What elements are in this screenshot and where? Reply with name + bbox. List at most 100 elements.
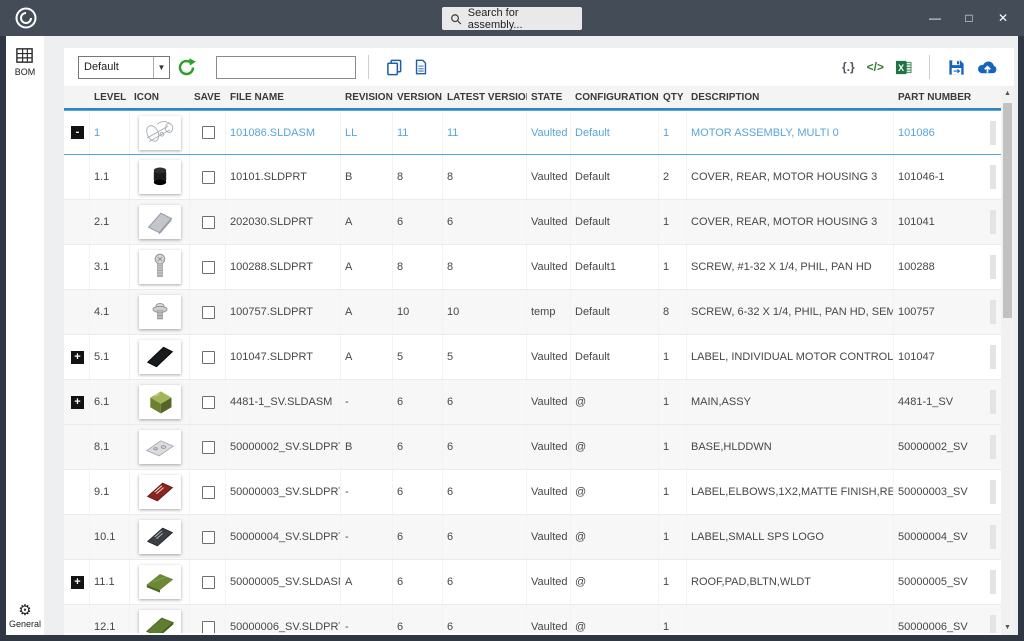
scroll-down-arrow[interactable]: ▼ [1001,620,1014,635]
sidebar-item-bom[interactable]: BOM [15,46,36,77]
expand-button[interactable]: + [71,396,84,409]
level-cell: 3.1 [90,245,130,289]
level-cell-text: 9.1 [94,486,109,498]
scroll-thumb[interactable] [1003,103,1012,318]
save-checkbox[interactable] [202,306,215,319]
table-row[interactable]: +11.150000005_SV.SLDASMA66Vaulted@1ROOF,… [64,560,1001,605]
cloud-upload-button[interactable] [976,59,999,76]
table-row[interactable]: 3.1100288.SLDPRTA88VaultedDefault11SCREW… [64,245,1001,290]
table-row[interactable]: 1.110101.SLDPRTB88VaultedDefault2COVER, … [64,155,1001,200]
version-cell: 6 [393,380,443,424]
part-number-cell-text: 100288 [898,261,935,273]
table-row[interactable]: +5.1101047.SLDPRTA55VaultedDefault1LABEL… [64,335,1001,380]
table-row[interactable]: 8.150000002_SV.SLDPRTB66Vaulted@1BASE,HL… [64,425,1001,470]
table-row[interactable]: 10.150000004_SV.SLDPRT-66Vaulted@1LABEL,… [64,515,1001,560]
version-cell: 8 [393,245,443,289]
row-end-bar [990,480,996,504]
file-cell-text: 101086.SLDASM [230,127,315,139]
part-number-cell-text: 101047 [898,351,935,363]
export-json-button[interactable]: {.} [842,60,855,74]
save-checkbox[interactable] [202,531,215,544]
save-checkbox[interactable] [202,351,215,364]
table-row[interactable]: 9.150000003_SV.SLDPRT-66Vaulted@1LABEL,E… [64,470,1001,515]
state-cell-text: Vaulted [531,127,568,139]
scroll-up-arrow[interactable]: ▲ [1001,86,1014,101]
part-number-cell-text: 50000003_SV [898,486,968,498]
column-header-save[interactable]: SAVE [190,86,226,108]
row-end-bar [990,525,996,549]
sidebar-item-general[interactable]: ⚙ General [6,602,44,629]
save-cell [190,425,226,469]
column-header-version[interactable]: VERSION [393,86,443,108]
column-header-description[interactable]: DESCRIPTION [687,86,894,108]
save-checkbox[interactable] [202,576,215,589]
icon-cell [130,425,190,469]
expand-button[interactable]: + [71,576,84,589]
save-checkbox[interactable] [202,171,215,184]
table-row[interactable]: +6.14481-1_SV.SLDASM-66Vaulted@1MAIN,ASS… [64,380,1001,425]
table-row[interactable]: 4.1100757.SLDPRTA1010tempDefault8SCREW, … [64,290,1001,335]
save-checkbox[interactable] [202,261,215,274]
column-header-configuration[interactable]: CONFIGURATION [571,86,659,108]
file-cell: 50000006_SV.SLDPRT [226,605,341,633]
vertical-scrollbar[interactable]: ▲ ▼ [1001,86,1014,635]
column-header-level[interactable]: LEVEL [90,86,130,108]
description-cell: SCREW, 6-32 X 1/4, PHIL, PAN HD, SEMS 21… [687,290,894,334]
save-checkbox[interactable] [202,396,215,409]
level-cell-text: 11.1 [94,576,115,588]
latest-version-cell: 10 [443,290,527,334]
export-excel-button[interactable]: X [895,59,912,76]
save-checkbox[interactable] [202,486,215,499]
table-row[interactable]: -1101086.SLDASMLL1111VaultedDefault1MOTO… [64,110,1001,155]
description-cell: COVER, REAR, MOTOR HOUSING 3 [687,200,894,244]
revision-cell: - [341,380,393,424]
level-cell-text: 1 [94,127,100,139]
assembly-search-box[interactable]: Search for assembly... [442,7,582,30]
table-row[interactable]: 2.1202030.SLDPRTA66VaultedDefault1COVER,… [64,200,1001,245]
column-header-revision[interactable]: REVISION [341,86,393,108]
save-export-button[interactable] [947,58,966,77]
expand-cell: - [64,111,90,154]
save-checkbox[interactable] [202,216,215,229]
save-cell [190,335,226,379]
save-checkbox[interactable] [202,621,215,634]
toolbar-export-group: {.} </> X [836,55,1004,79]
table-row[interactable]: 12.150000006_SV.SLDPRT-66Vaulted@1500000… [64,605,1001,633]
gray-plate-icon [139,205,181,239]
document-button[interactable] [413,59,429,75]
state-cell-text: Vaulted [531,486,568,498]
level-cell: 10.1 [90,515,130,559]
close-button[interactable]: ✕ [986,0,1020,36]
app-frame: BOM ⚙ General Default ▼ [6,36,1018,635]
state-cell-text: Vaulted [531,576,568,588]
filter-input[interactable] [216,56,356,79]
export-xml-button[interactable]: </> [867,60,884,74]
version-cell: 6 [393,470,443,514]
column-header-state[interactable]: STATE [527,86,571,108]
column-header-latest-version[interactable]: LATEST VERSION [443,86,527,108]
save-checkbox[interactable] [202,441,215,454]
version-cell-text: 6 [397,576,403,588]
minimize-button[interactable]: — [918,0,952,36]
icon-cell [130,560,190,604]
version-cell: 11 [393,111,443,154]
latest-version-cell: 11 [443,111,527,154]
collapse-button[interactable]: - [71,126,84,139]
column-header-part-number[interactable]: PART NUMBER [894,86,1001,108]
view-dropdown[interactable]: Default ▼ [78,56,170,79]
version-cell: 6 [393,560,443,604]
expand-button[interactable]: + [71,351,84,364]
qty-cell-text: 1 [663,441,669,453]
part-number-cell-text: 50000002_SV [898,441,968,453]
latest-version-cell: 6 [443,380,527,424]
column-header-file-name[interactable]: FILE NAME [226,86,341,108]
state-cell-text: temp [531,306,555,318]
column-header-qty[interactable]: QTY [659,86,687,108]
maximize-button[interactable]: □ [952,0,986,36]
revision-cell: A [341,200,393,244]
save-checkbox[interactable] [202,126,215,139]
refresh-button[interactable] [175,56,197,78]
document-icon [413,59,429,75]
column-header-icon[interactable]: ICON [130,86,190,108]
copy-bom-button[interactable] [386,59,403,76]
